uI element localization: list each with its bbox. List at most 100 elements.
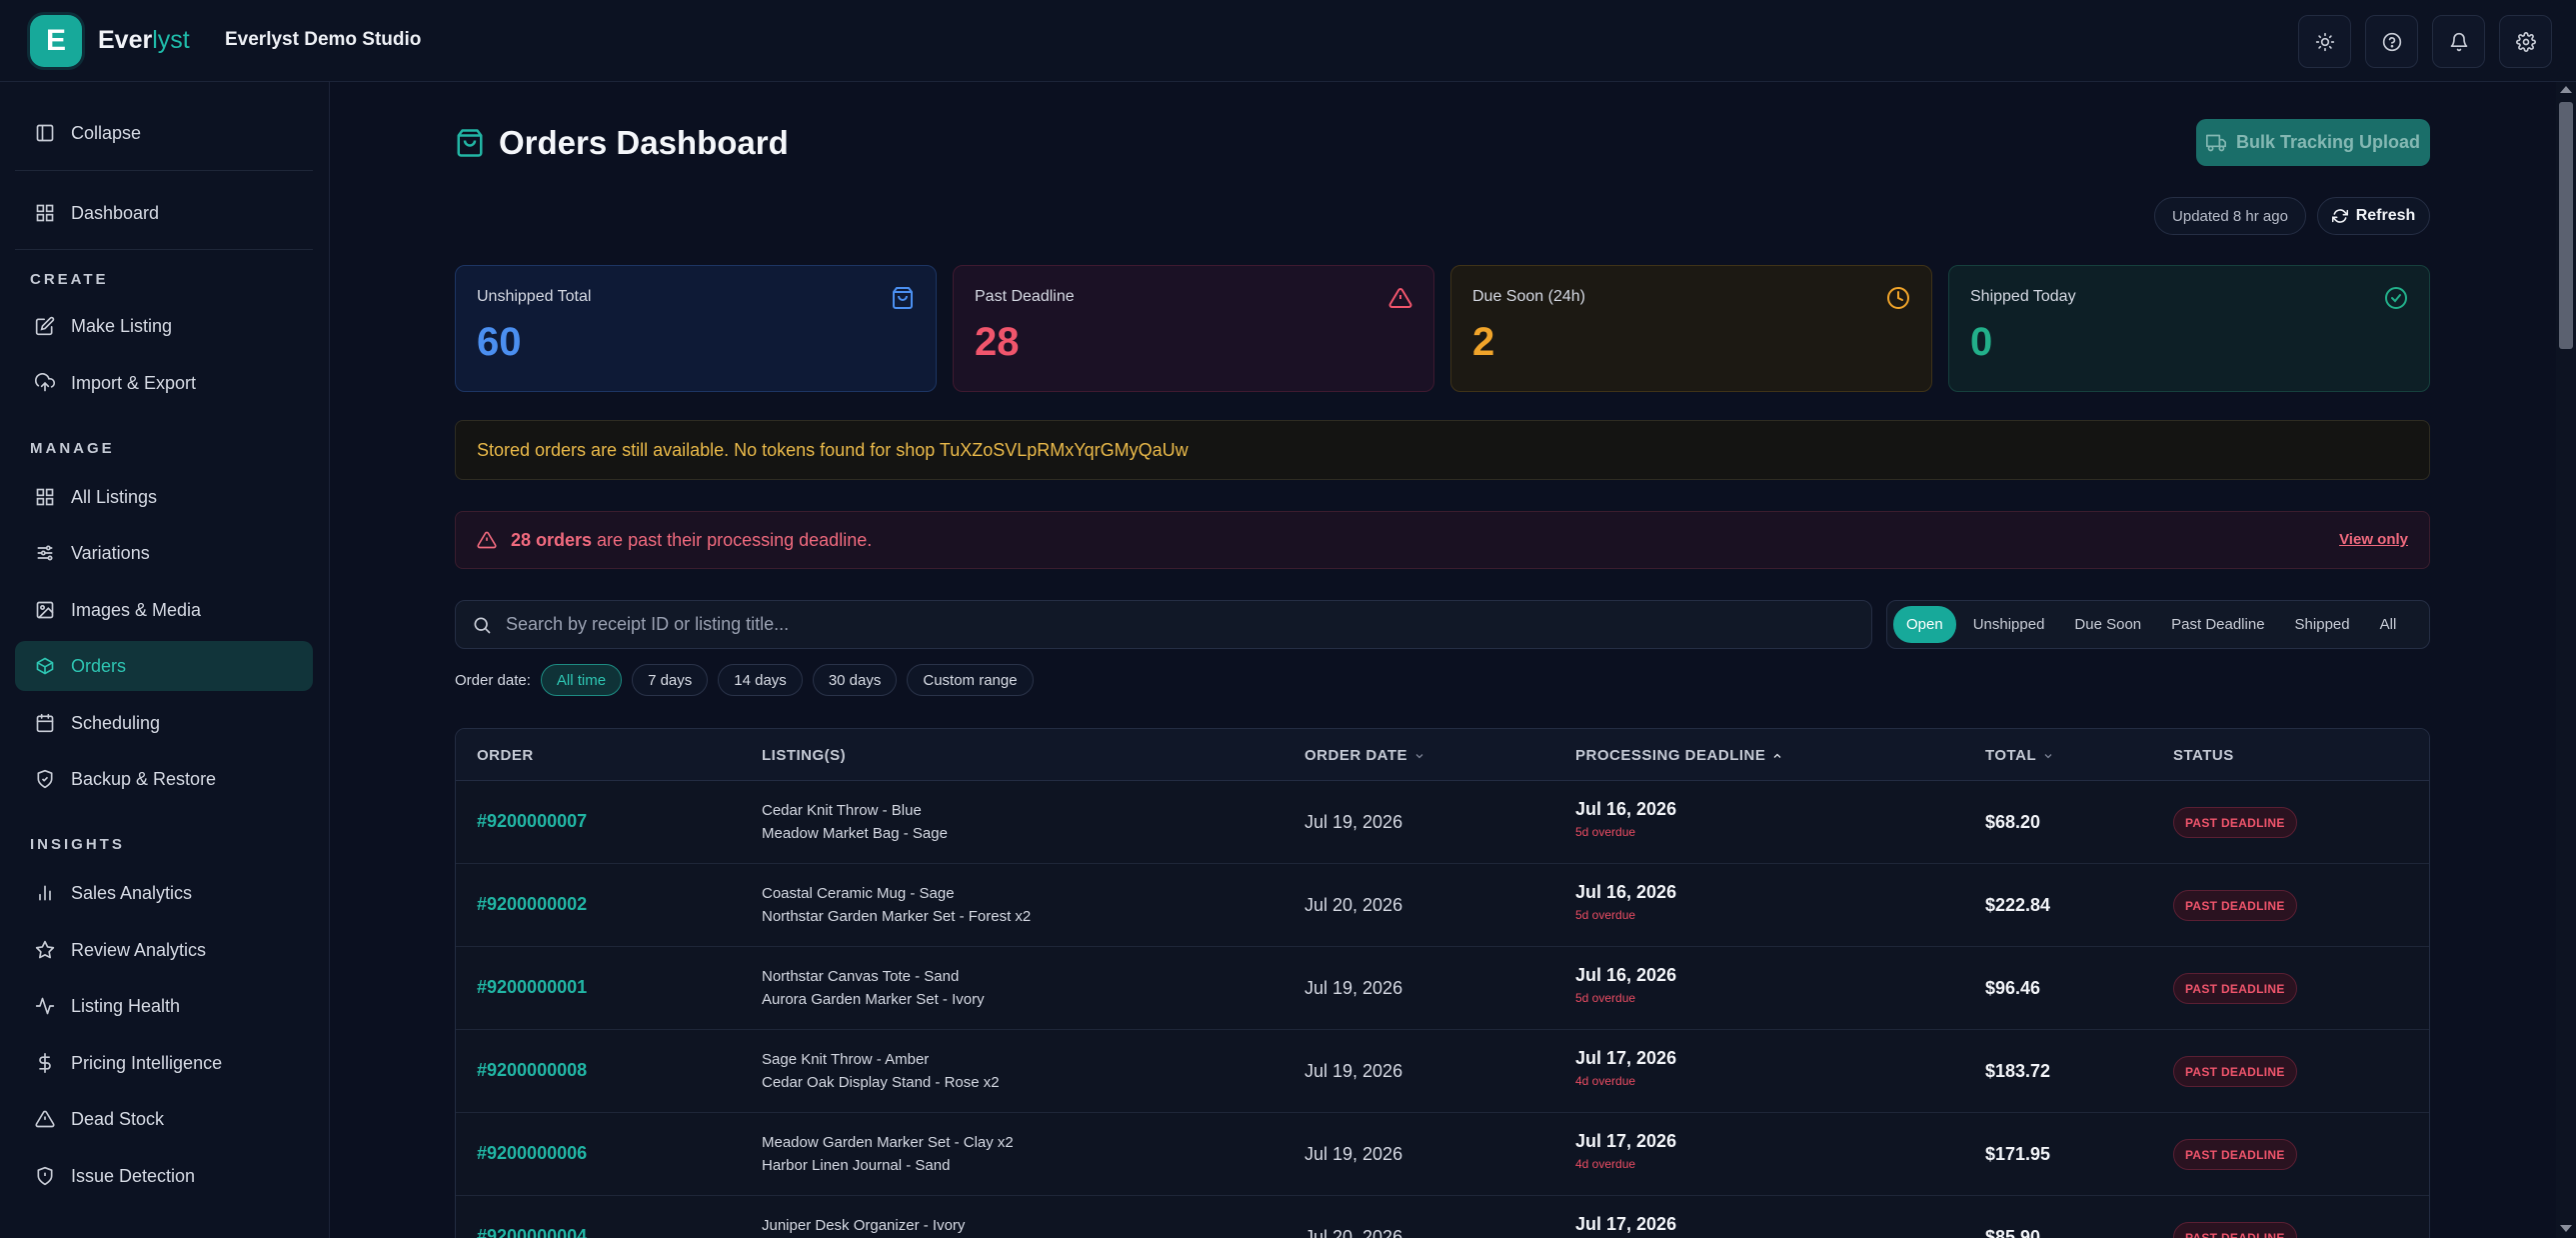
sidebar-item-label: Issue Detection — [71, 1165, 196, 1186]
sidebar-item-label: Collapse — [71, 122, 142, 143]
order-id-link[interactable]: #9200000004 — [477, 1226, 587, 1238]
table-row[interactable]: #9200000006 Meadow Garden Marker Set - Cl… — [456, 1113, 2429, 1196]
page-header: Orders Dashboard — [455, 124, 789, 162]
column-header-order-date[interactable]: ORDER DATE — [1304, 747, 1425, 764]
activity-icon — [35, 997, 55, 1015]
search-box[interactable] — [455, 600, 1872, 649]
listing-title: Meadow Garden Marker Set - Clay x2 — [762, 1134, 1014, 1151]
listing-title: Cedar Oak Display Stand - Rose x2 — [762, 1074, 1000, 1091]
column-header-total[interactable]: TOTAL — [1985, 747, 2054, 764]
overdue-label: 5d overdue — [1575, 991, 1636, 1005]
sidebar-item-pricing-intelligence[interactable]: Pricing Intelligence — [15, 1038, 313, 1088]
sidebar-item-backup-restore[interactable]: Backup & Restore — [15, 754, 313, 804]
studio-name[interactable]: Everlyst Demo Studio — [225, 29, 421, 51]
refresh-button[interactable]: Refresh — [2317, 197, 2430, 235]
order-id-link[interactable]: #9200000006 — [477, 1143, 587, 1164]
sidebar-item-label: Listing Health — [71, 995, 181, 1016]
tab-past-deadline[interactable]: Past Deadline — [2158, 606, 2277, 643]
order-id-link[interactable]: #9200000007 — [477, 811, 587, 832]
sidebar-collapse[interactable]: Collapse — [15, 108, 313, 158]
sidebar-item-images-media[interactable]: Images & Media — [15, 585, 313, 635]
help-button[interactable] — [2365, 15, 2418, 68]
overdue-label: 4d overdue — [1575, 1074, 1636, 1088]
stat-label: Past Deadline — [975, 288, 1075, 305]
theme-toggle-button[interactable] — [2298, 15, 2351, 68]
sidebar-item-label: Images & Media — [71, 599, 202, 620]
deadline-date: Jul 16, 2026 — [1575, 799, 1677, 819]
tab-shipped[interactable]: Shipped — [2282, 606, 2363, 643]
orders-table: ORDER LISTING(S) ORDER DATE PROCESSING D… — [455, 728, 2430, 1238]
sidebar-item-sales-analytics[interactable]: Sales Analytics — [15, 868, 313, 918]
sidebar-item-dashboard[interactable]: Dashboard — [15, 188, 313, 238]
listings-cell: Coastal Ceramic Mug - Sage Northstar Gard… — [762, 882, 1031, 928]
sidebar-item-all-listings[interactable]: All Listings — [15, 472, 313, 522]
table-row[interactable]: #9200000001 Northstar Canvas Tote - Sand A… — [456, 947, 2429, 1030]
stat-card-shipped-today[interactable]: Shipped Today 0 — [1948, 265, 2430, 392]
order-id-link[interactable]: #9200000001 — [477, 977, 587, 998]
date-chip-all-time[interactable]: All time — [540, 664, 623, 696]
table-row[interactable]: #9200000002 Coastal Ceramic Mug - Sage Nor… — [456, 864, 2429, 947]
bulk-tracking-upload-button[interactable]: Bulk Tracking Upload — [2196, 119, 2430, 166]
logo-text[interactable]: Everlyst — [98, 26, 190, 55]
table-row[interactable]: #9200000008 Sage Knit Throw - Amber Cedar … — [456, 1030, 2429, 1113]
sidebar-item-label: Pricing Intelligence — [71, 1052, 223, 1073]
table-row[interactable]: #9200000004 Juniper Desk Organizer - Ivor… — [456, 1196, 2429, 1238]
order-total: $222.84 — [1985, 895, 2051, 915]
scroll-down-arrow[interactable] — [2560, 1225, 2572, 1232]
column-header-order[interactable]: ORDER — [477, 747, 534, 764]
tab-unshipped[interactable]: Unshipped — [1960, 606, 2058, 643]
deadline-date: Jul 16, 2026 — [1575, 882, 1677, 902]
listing-title: Northstar Canvas Tote - Sand — [762, 968, 960, 985]
sidebar-item-variations[interactable]: Variations — [15, 528, 313, 578]
settings-button[interactable] — [2499, 15, 2552, 68]
sidebar-item-issue-detection[interactable]: Issue Detection — [15, 1151, 313, 1201]
image-icon — [36, 601, 54, 619]
scrollbar-thumb[interactable] — [2559, 102, 2573, 349]
date-chip-7-days[interactable]: 7 days — [632, 664, 709, 696]
stat-label: Due Soon (24h) — [1472, 288, 1585, 305]
sidebar-item-listing-health[interactable]: Listing Health — [15, 981, 313, 1031]
stored-orders-notice: Stored orders are still available. No to… — [455, 420, 2430, 480]
column-header-processing-deadline[interactable]: PROCESSING DEADLINE — [1575, 747, 1783, 764]
page-title: Orders Dashboard — [499, 124, 789, 161]
stat-card-past-deadline[interactable]: Past Deadline 28 — [953, 265, 1434, 392]
warning-icon — [477, 531, 497, 549]
sidebar-item-make-listing[interactable]: Make Listing — [15, 301, 313, 351]
order-id-link[interactable]: #9200000008 — [477, 1060, 587, 1081]
overdue-label: 4d overdue — [1575, 1157, 1636, 1171]
sidebar-item-scheduling[interactable]: Scheduling — [15, 698, 313, 748]
order-date: Jul 19, 2026 — [1304, 812, 1403, 832]
order-id-link[interactable]: #9200000002 — [477, 894, 587, 915]
logo-mark[interactable]: E — [30, 15, 82, 67]
table-row[interactable]: #9200000007 Cedar Knit Throw - Blue Meadow… — [456, 781, 2429, 864]
sidebar-item-review-analytics[interactable]: Review Analytics — [15, 925, 313, 975]
tab-due-soon[interactable]: Due Soon — [2061, 606, 2154, 643]
stat-card-unshipped[interactable]: Unshipped Total 60 — [455, 265, 937, 392]
sidebar-item-dead-stock[interactable]: Dead Stock — [15, 1094, 313, 1144]
notifications-button[interactable] — [2432, 15, 2485, 68]
deadline-cell: Jul 17, 2026 4d overdue — [1575, 1131, 1676, 1171]
view-only-link[interactable]: View only — [2339, 531, 2408, 548]
status-filter-tabs: Open Unshipped Due Soon Past Deadline Sh… — [1886, 600, 2430, 649]
listings-cell: Sage Knit Throw - Amber Cedar Oak Display… — [762, 1048, 1000, 1094]
sidebar-item-label: Import & Export — [71, 372, 197, 393]
calendar-icon — [36, 713, 54, 733]
scroll-up-arrow[interactable] — [2560, 86, 2572, 93]
stat-card-due-soon[interactable]: Due Soon (24h) 2 — [1450, 265, 1932, 392]
date-chip-14-days[interactable]: 14 days — [718, 664, 803, 696]
date-chip-custom-range[interactable]: Custom range — [907, 664, 1034, 696]
sidebar-item-import-export[interactable]: Import & Export — [15, 358, 313, 408]
alert-text: are past their processing deadline. — [592, 529, 873, 550]
search-icon — [474, 617, 491, 633]
collapse-icon — [36, 124, 54, 142]
tab-all[interactable]: All — [2367, 606, 2410, 643]
order-total: $183.72 — [1985, 1061, 2051, 1081]
search-input[interactable] — [506, 614, 1805, 635]
listing-title: Juniper Desk Organizer - Ivory — [762, 1217, 966, 1234]
tab-open[interactable]: Open — [1893, 606, 1956, 643]
order-total: $68.20 — [1985, 812, 2041, 832]
sidebar-item-orders[interactable]: Orders — [15, 641, 313, 691]
deadline-cell: Jul 17, 2026 — [1575, 1214, 1676, 1238]
listing-title: Sage Knit Throw - Amber — [762, 1051, 930, 1068]
date-chip-30-days[interactable]: 30 days — [812, 664, 898, 696]
